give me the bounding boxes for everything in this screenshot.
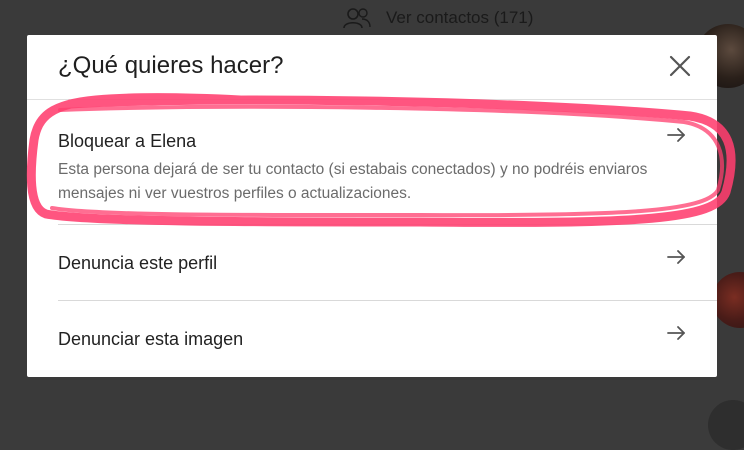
block-user-option[interactable]: Bloquear a Elena Esta persona dejará de … [58, 120, 717, 220]
report-image-option[interactable]: Denunciar esta imagen [58, 301, 717, 377]
arrow-right-icon [667, 326, 685, 340]
block-user-description: Esta persona dejará de ser tu contacto (… [58, 161, 648, 202]
arrow-right-icon [667, 128, 685, 142]
background-avatar [708, 400, 744, 450]
block-user-title: Bloquear a Elena [58, 131, 197, 151]
report-profile-title: Denuncia este perfil [58, 253, 218, 273]
close-icon [669, 55, 691, 77]
view-contacts-link: Ver contactos (171) [342, 4, 533, 32]
dialog-header: ¿Qué quieres hacer? [27, 35, 717, 100]
people-icon [343, 8, 371, 29]
dialog-title: ¿Qué quieres hacer? [58, 52, 284, 79]
close-button[interactable] [665, 51, 695, 81]
report-dialog: ¿Qué quieres hacer? Bloquear a Elena Est… [27, 35, 717, 377]
arrow-right-icon [667, 250, 685, 264]
view-contacts-label: Ver contactos (171) [386, 8, 534, 27]
report-image-title: Denunciar esta imagen [58, 329, 244, 349]
report-profile-option[interactable]: Denuncia este perfil [58, 225, 717, 300]
